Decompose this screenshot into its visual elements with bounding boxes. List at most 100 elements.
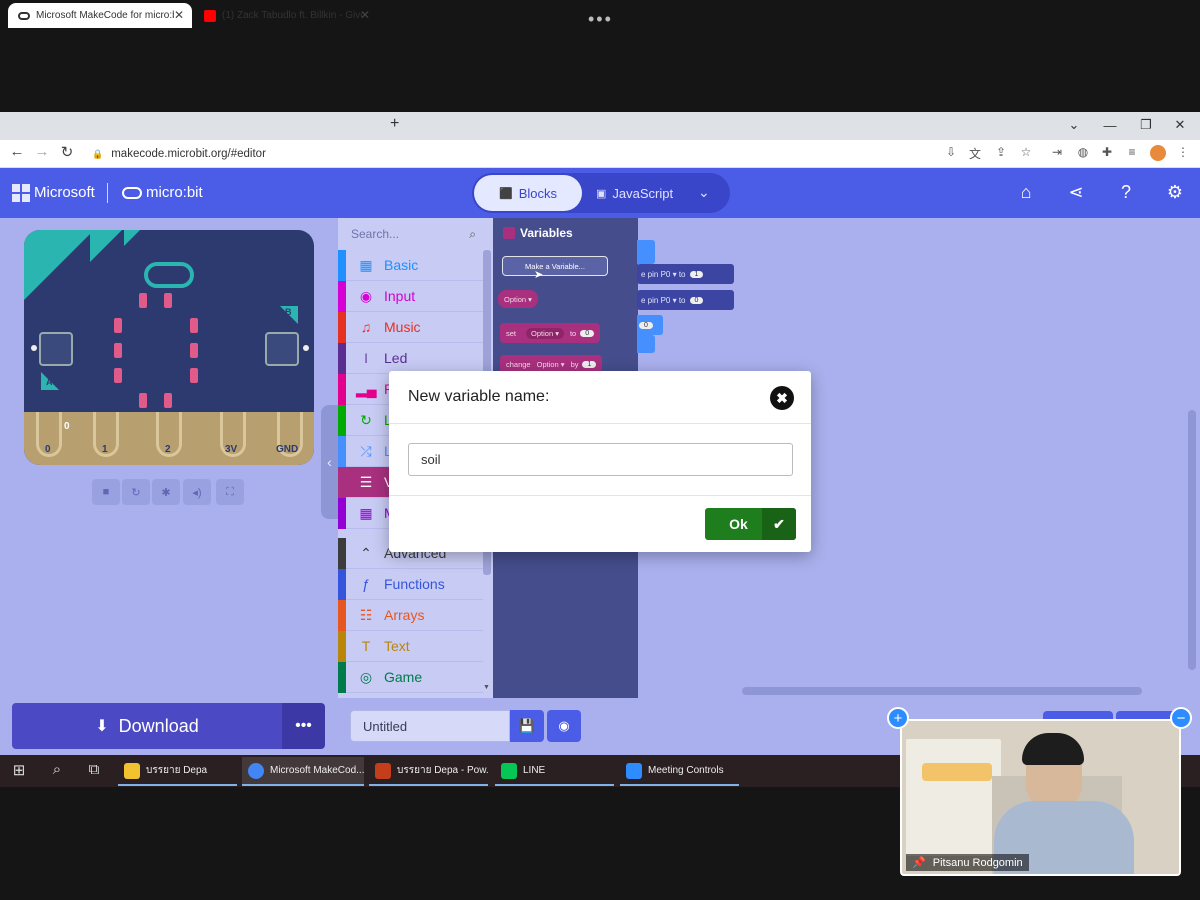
tab-youtube[interactable]: (1) Zack Tabudlo ft. Billkin - Give ✕	[194, 3, 378, 28]
close-dialog-icon[interactable]: ✖	[770, 386, 794, 410]
canvas-pin-block[interactable]: e pin P0 ▾ to 1	[637, 264, 734, 284]
language-dropdown-icon[interactable]: ⌄	[698, 184, 710, 201]
lines-icon: ☰	[359, 473, 373, 490]
download-more-button[interactable]: •••	[282, 703, 325, 749]
toolbox-category-functions[interactable]: ƒ Functions	[338, 568, 483, 600]
settings-gear-icon[interactable]: ⚙	[1163, 182, 1187, 203]
minimize-button[interactable]: —	[1092, 112, 1128, 138]
canvas-event-block[interactable]	[637, 240, 655, 264]
mute-icon[interactable]: ◂)	[183, 479, 211, 505]
toolbox-category-text[interactable]: T Text	[338, 630, 483, 662]
toolbox-category-basic[interactable]: ▦ Basic	[338, 249, 483, 281]
pin-label: 2	[165, 444, 171, 455]
forward-icon[interactable]: →	[31, 143, 53, 160]
taskbar-app-line[interactable]: LINE	[495, 757, 614, 786]
new-tab-button[interactable]: +	[390, 115, 399, 133]
collapse-simulator-button[interactable]: ‹	[321, 405, 338, 519]
close-tab-icon[interactable]: ✕	[360, 8, 370, 22]
taskbar-app-powerpoint[interactable]: บรรยาย Depa - Pow...	[369, 757, 488, 786]
microbit-brand[interactable]: micro:bit	[146, 184, 203, 201]
participant-video-tile[interactable]	[900, 719, 1181, 876]
chrome-menu-icon[interactable]: ⋮	[1174, 145, 1192, 159]
canvas-pin-block[interactable]: e pin P0 ▾ to 0	[637, 290, 734, 310]
download-button[interactable]: ⬇ Download	[12, 703, 282, 749]
minimize-video-button[interactable]: −	[1170, 707, 1192, 729]
ok-button[interactable]: Ok ✔	[705, 508, 796, 540]
stop-icon[interactable]: ■	[92, 479, 120, 505]
toolbox-category-music[interactable]: ♫ Music	[338, 311, 483, 343]
toolbox-category-game[interactable]: ◎ Game	[338, 661, 483, 693]
variable-name-input[interactable]	[408, 443, 793, 476]
bookmark-star-icon[interactable]: ☆	[1017, 145, 1035, 159]
led	[190, 318, 198, 333]
blocks-mode-button[interactable]: ⬛ Blocks	[474, 175, 582, 211]
canvas-value-block[interactable]: 0	[637, 315, 663, 335]
fullscreen-icon[interactable]: ⛶	[216, 479, 244, 505]
toolbox-category-input[interactable]: ◉ Input	[338, 280, 483, 312]
category-label: Arrays	[384, 607, 425, 623]
close-tab-icon[interactable]: ✕	[174, 8, 184, 22]
windows-start-icon[interactable]: ⊞	[8, 761, 30, 779]
add-video-button[interactable]: +	[887, 707, 909, 729]
category-color-bar	[338, 311, 346, 343]
tab-makecode[interactable]: Microsoft MakeCode for micro:bit ✕	[8, 3, 192, 28]
button-a[interactable]	[39, 332, 73, 366]
javascript-mode-button[interactable]: ▣ JavaScript	[596, 175, 688, 211]
taskbar-app-chrome[interactable]: Microsoft MakeCod...	[242, 757, 364, 786]
toolbox-category-led[interactable]: ⏽ Led	[338, 342, 483, 374]
canvas-value[interactable]: 0	[639, 321, 653, 329]
project-name-input[interactable]: Untitled	[350, 710, 510, 742]
set-var-dropdown[interactable]: Option ▾	[526, 327, 564, 339]
debug-bug-icon[interactable]: ✱	[152, 479, 180, 505]
save-icon[interactable]: 💾	[510, 710, 544, 742]
text-icon: T	[361, 638, 371, 654]
microsoft-brand[interactable]: Microsoft	[34, 184, 95, 201]
reload-icon[interactable]: ↻	[56, 143, 78, 161]
flyout-title-text: Variables	[520, 226, 573, 240]
tab-search-icon[interactable]: ⌄	[1056, 112, 1092, 138]
set-variable-block[interactable]: set Option ▾ to 0	[500, 323, 601, 343]
banner-logo	[922, 763, 992, 781]
headphones-icon: ♫	[360, 319, 372, 335]
extension-arrow-icon[interactable]: ⇥	[1048, 145, 1066, 159]
url-field[interactable]: 🔒 makecode.microbit.org/#editor	[84, 143, 934, 165]
dialog-title: New variable name:	[408, 388, 550, 405]
profile-avatar[interactable]	[1150, 145, 1166, 161]
change-var-dropdown[interactable]: Option ▾	[537, 360, 565, 369]
undo-redo-buttons[interactable]	[1043, 711, 1113, 719]
meeting-more-icon[interactable]: •••	[588, 9, 613, 30]
extensions-puzzle-icon[interactable]: ✚	[1098, 145, 1116, 159]
led	[114, 318, 122, 333]
workspace-vertical-scrollbar[interactable]	[1188, 410, 1196, 670]
github-icon[interactable]: ◉	[547, 710, 581, 742]
download-file-icon: ⬇	[95, 718, 109, 735]
pin-block-value[interactable]: 0	[689, 296, 704, 304]
help-icon[interactable]: ?	[1114, 182, 1138, 203]
close-window-button[interactable]: ✕	[1162, 112, 1198, 138]
reading-list-icon[interactable]: ≡	[1123, 145, 1141, 159]
workspace-horizontal-scrollbar[interactable]	[742, 687, 1142, 695]
button-b[interactable]	[265, 332, 299, 366]
set-value-input[interactable]: 0	[580, 329, 595, 337]
taskbar-search-icon[interactable]: ⌕	[46, 761, 68, 778]
variable-option-block[interactable]: Option ▾	[498, 290, 538, 308]
taskbar-app-meeting-controls[interactable]: Meeting Controls	[620, 757, 739, 786]
task-view-icon[interactable]: ⧉	[83, 761, 105, 778]
extension-globe-icon[interactable]: ◍	[1074, 145, 1092, 159]
back-icon[interactable]: ←	[6, 143, 28, 160]
share-icon[interactable]: ⇪	[992, 145, 1010, 159]
install-icon[interactable]: ⇩	[942, 145, 960, 159]
change-value-input[interactable]: 1	[582, 360, 597, 368]
make-variable-button[interactable]: Make a Variable...	[502, 256, 608, 276]
translate-icon[interactable]: 文	[966, 145, 984, 162]
home-icon[interactable]: ⌂	[1014, 182, 1038, 203]
pin-block-text: e pin P0 ▾ to	[641, 295, 686, 305]
restore-button[interactable]: ❐	[1128, 112, 1164, 138]
scroll-down-icon[interactable]: ▼	[483, 684, 490, 691]
toolbox-search-input[interactable]: Search... ⌕	[345, 220, 480, 248]
share-project-icon[interactable]: ⋖	[1064, 182, 1088, 203]
toolbox-category-arrays[interactable]: ☷ Arrays	[338, 599, 483, 631]
taskbar-app-folder[interactable]: บรรยาย Depa	[118, 757, 237, 786]
pin-block-value[interactable]: 1	[689, 270, 704, 278]
restart-icon[interactable]: ↻	[122, 479, 150, 505]
